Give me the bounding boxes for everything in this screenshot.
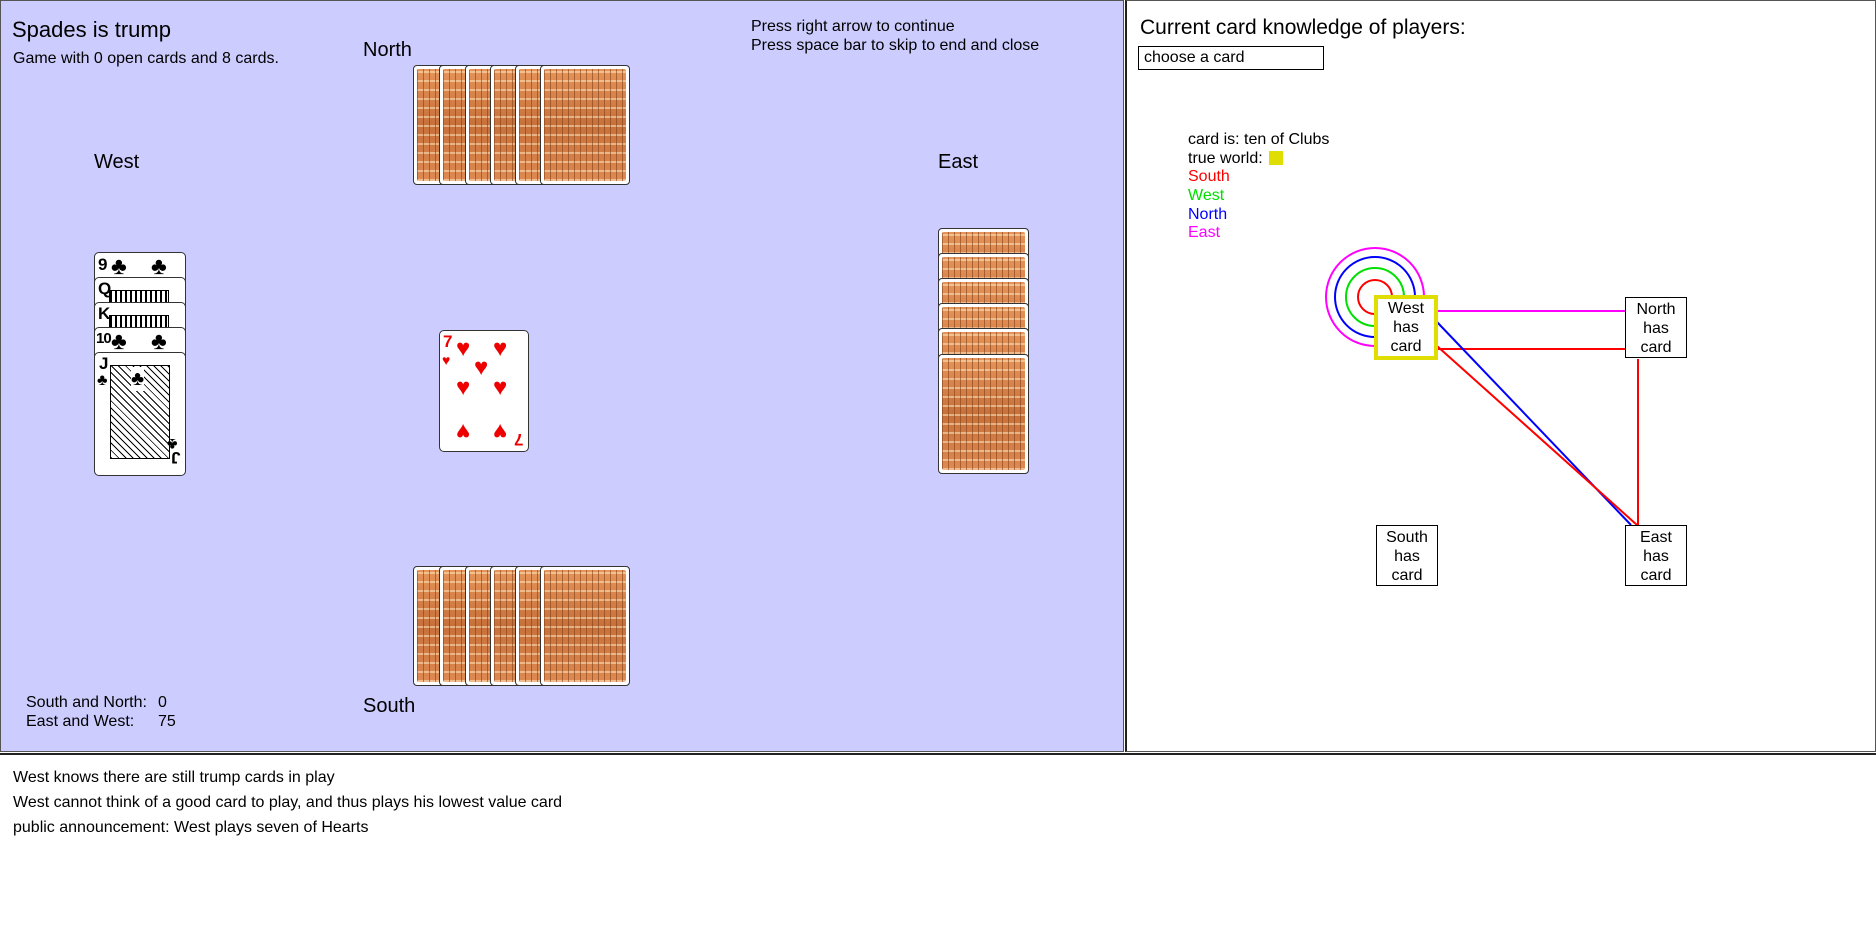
world-north-has-card[interactable]: North has card xyxy=(1625,297,1687,358)
node-line: has xyxy=(1643,320,1669,337)
world-east-has-card[interactable]: East has card xyxy=(1625,525,1687,586)
node-line: card xyxy=(1391,567,1423,584)
node-line: South xyxy=(1386,529,1428,546)
edge-west-east-south xyxy=(1436,345,1638,526)
log-line: West cannot think of a good card to play… xyxy=(13,794,563,811)
world-west-has-card[interactable]: West has card xyxy=(1374,295,1438,360)
node-line: East xyxy=(1639,529,1672,546)
node-line: has xyxy=(1643,548,1669,565)
message-log: West knows there are still trump cards i… xyxy=(0,753,1876,940)
node-line: has xyxy=(1394,548,1420,565)
world-south-has-card[interactable]: South has card xyxy=(1376,525,1438,586)
node-line: North xyxy=(1636,301,1676,318)
node-line: card xyxy=(1640,339,1672,356)
log-line: West knows there are still trump cards i… xyxy=(13,769,335,786)
node-line: has xyxy=(1393,319,1419,336)
node-line: West xyxy=(1387,300,1425,317)
node-line: card xyxy=(1390,338,1422,355)
node-line: card xyxy=(1640,567,1672,584)
knowledge-graph-edges xyxy=(1325,247,1639,526)
log-line: public announcement: West plays seven of… xyxy=(13,819,369,836)
